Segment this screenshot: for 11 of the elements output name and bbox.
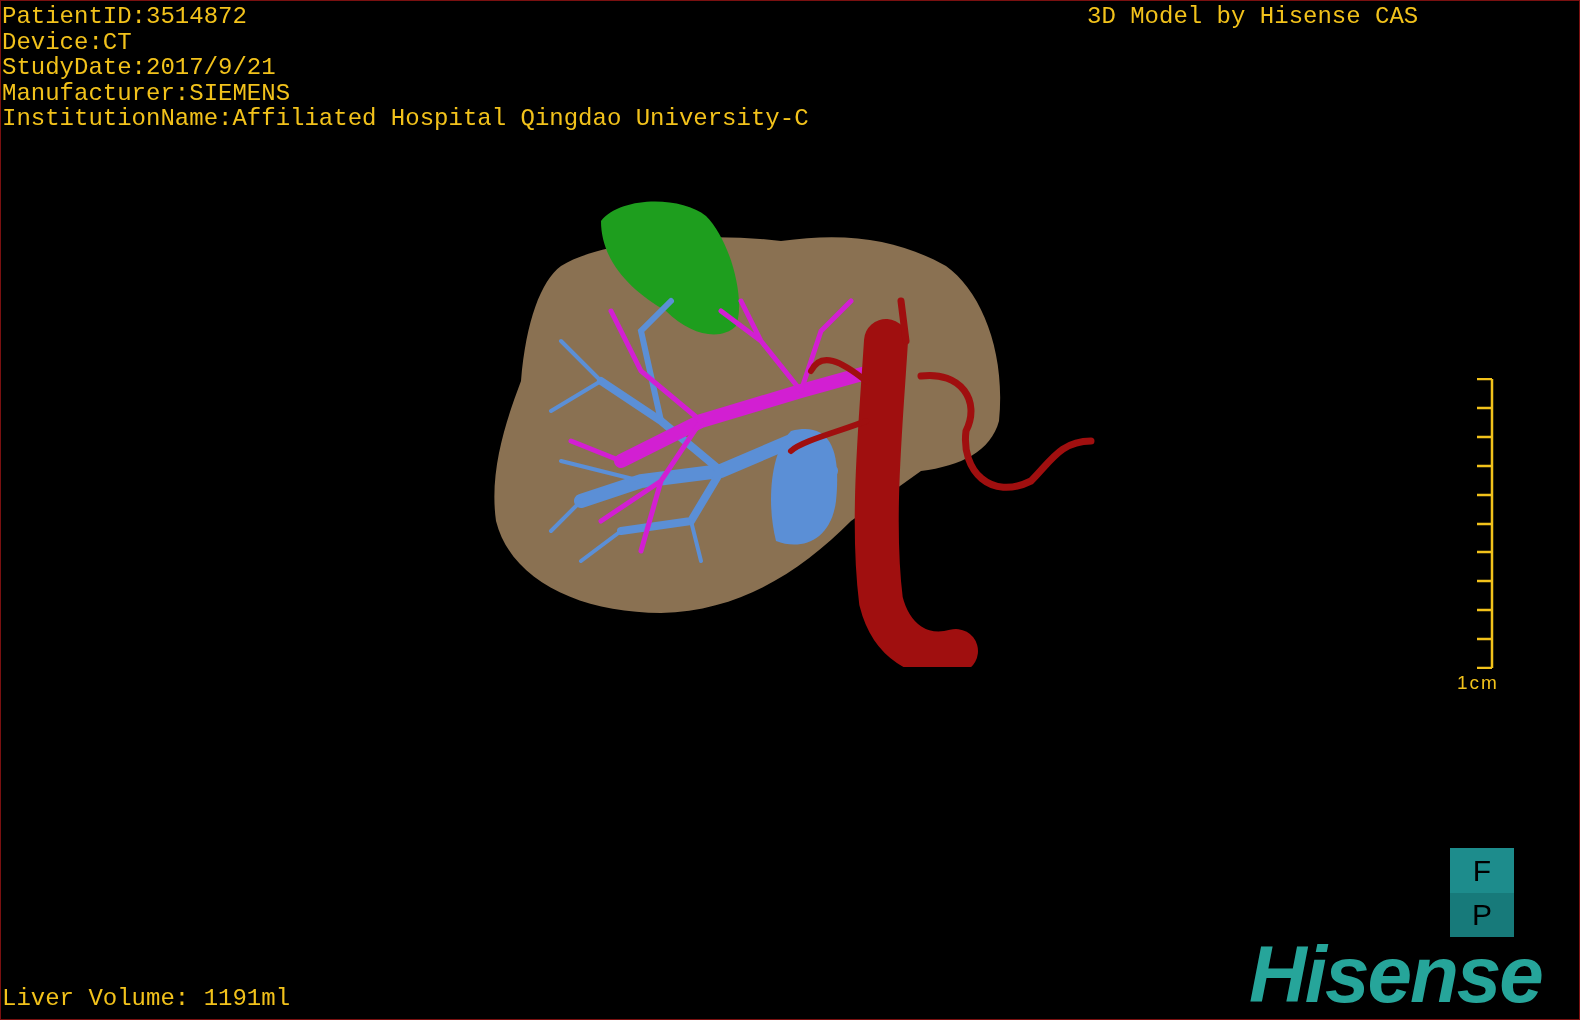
logo: Hisense — [1249, 940, 1542, 1010]
liver-volume-label: Liver Volume: 1191ml — [2, 986, 291, 1011]
viewer-title: 3D Model by Hisense CAS — [1087, 4, 1419, 29]
scale-label: 1cm — [1457, 673, 1499, 693]
info-line: StudyDate:2017/9/21 — [2, 55, 277, 81]
info-line: InstitutionName:Affiliated Hospital Qingdao University-C — [2, 106, 809, 132]
posterior-view-button[interactable]: P — [1450, 893, 1514, 937]
info-line: Device:CT — [2, 29, 133, 55]
front-view-button[interactable]: F — [1450, 848, 1514, 893]
info-line: PatientID:3514872 — [2, 4, 248, 30]
info-line: Manufacturer:SIEMENS — [2, 80, 292, 106]
